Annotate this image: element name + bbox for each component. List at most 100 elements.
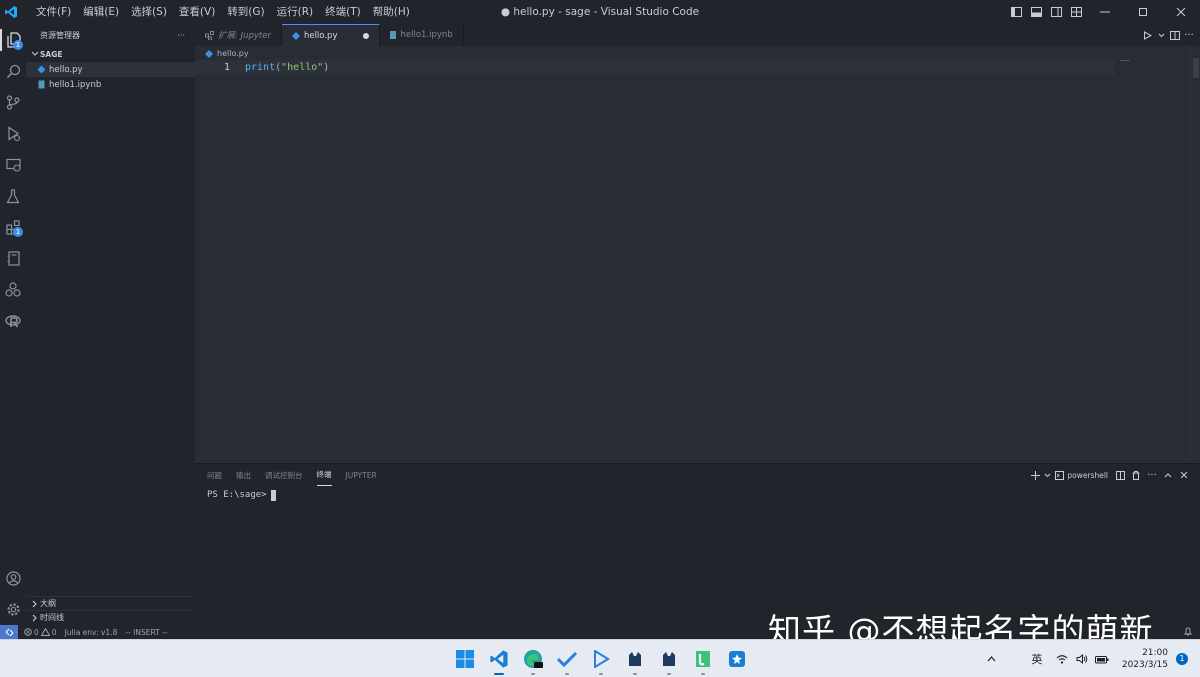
clock[interactable]: 21:00 2023/3/15 — [1122, 647, 1168, 671]
tab-jupyter[interactable]: JUPYTER — [346, 464, 377, 486]
todo-check-icon[interactable] — [550, 642, 584, 676]
chevron-up-icon[interactable] — [982, 656, 1002, 662]
extensions-icon[interactable]: 1 — [0, 212, 26, 242]
chevron-down-icon[interactable] — [1043, 473, 1051, 478]
terminal-cursor — [271, 490, 276, 501]
split-editor-icon[interactable] — [1168, 31, 1182, 40]
terminal-selector[interactable]: powershell — [1055, 471, 1108, 480]
trash-icon[interactable] — [1128, 471, 1144, 480]
minimize-button[interactable] — [1086, 0, 1124, 24]
notification-badge[interactable]: 1 — [1176, 653, 1188, 665]
tab-problems[interactable]: 问题 — [207, 464, 222, 486]
notebook-icon[interactable] — [0, 243, 26, 273]
gear-app-icon[interactable] — [720, 642, 754, 676]
code-line[interactable]: print("hello") — [245, 61, 329, 75]
explorer-header: 资源管理器 ··· — [26, 24, 195, 46]
tab-output[interactable]: 输出 — [236, 464, 251, 486]
wifi-icon[interactable] — [1052, 654, 1072, 664]
new-terminal-plus-icon[interactable] — [1027, 471, 1043, 480]
tab-hello-py[interactable]: hello.py — [282, 24, 381, 46]
vscode-taskbar-icon[interactable] — [482, 642, 516, 676]
minimap[interactable] — [1120, 60, 1130, 61]
maximize-panel-icon[interactable] — [1160, 473, 1176, 478]
menu-go[interactable]: 转到(G) — [221, 0, 270, 24]
close-panel-icon[interactable] — [1176, 471, 1192, 479]
cat-app-2-icon[interactable] — [652, 642, 686, 676]
toggle-panel-icon[interactable] — [1026, 0, 1046, 24]
menu-run[interactable]: 运行(R) — [271, 0, 320, 24]
tab-label: 扩展: Jupyter — [218, 29, 271, 41]
ime-indicator[interactable]: 英 — [1022, 651, 1052, 667]
notebook-file-icon — [36, 80, 46, 90]
panel-actions: powershell ··· — [1027, 464, 1192, 486]
editor-scrollbar[interactable] — [1190, 46, 1200, 462]
editor-actions: ··· — [1140, 24, 1196, 46]
menu-file[interactable]: 文件(F) — [30, 0, 77, 24]
green-app-icon[interactable] — [686, 642, 720, 676]
volume-icon[interactable] — [1072, 654, 1092, 664]
run-debug-icon[interactable] — [0, 118, 26, 148]
accounts-icon[interactable] — [0, 563, 26, 593]
remote-explorer-icon[interactable] — [0, 150, 26, 180]
vscode-logo-icon — [0, 0, 22, 24]
shell-name: powershell — [1067, 471, 1108, 480]
edge-dev-icon[interactable] — [516, 642, 550, 676]
menu-selection[interactable]: 选择(S) — [125, 0, 173, 24]
workspace-section[interactable]: SAGE — [26, 46, 195, 62]
more-actions-icon[interactable]: ··· — [1144, 470, 1160, 481]
scrollbar-thumb[interactable] — [1193, 58, 1199, 78]
menu-edit[interactable]: 编辑(E) — [77, 0, 125, 24]
remote-indicator-icon[interactable] — [0, 625, 18, 639]
menu-bar: 文件(F) 编辑(E) 选择(S) 查看(V) 转到(G) 运行(R) 终端(T… — [30, 0, 416, 24]
more-actions-icon[interactable]: ··· — [1182, 30, 1196, 41]
testing-flask-icon[interactable] — [0, 181, 26, 211]
chevron-right-icon — [30, 614, 40, 622]
problems-status[interactable]: 0 0 — [24, 628, 57, 637]
toggle-sidebar-icon[interactable] — [1006, 0, 1026, 24]
split-terminal-icon[interactable] — [1112, 471, 1128, 480]
menu-help[interactable]: 帮助(H) — [367, 0, 416, 24]
media-player-icon[interactable] — [584, 642, 618, 676]
terminal-output[interactable]: PS E:\sage> — [207, 489, 276, 501]
chevron-down-icon[interactable] — [1154, 33, 1168, 38]
line-number: 1 — [220, 61, 230, 75]
run-file-icon[interactable] — [1140, 31, 1154, 40]
windows-taskbar: 英 21:00 2023/3/15 1 — [0, 639, 1200, 677]
r-language-icon[interactable] — [0, 306, 26, 336]
file-item-hello-py[interactable]: hello.py — [26, 62, 195, 77]
julia-icon[interactable] — [0, 274, 26, 304]
tab-terminal[interactable]: 终端 — [317, 464, 332, 486]
explorer-icon[interactable]: 1 — [0, 25, 26, 55]
menu-terminal[interactable]: 终端(T) — [319, 0, 367, 24]
source-control-icon[interactable] — [0, 87, 26, 117]
tab-extension-jupyter[interactable]: 扩展: Jupyter — [195, 24, 282, 46]
breadcrumb[interactable]: hello.py — [205, 47, 249, 60]
search-icon[interactable] — [0, 56, 26, 86]
file-item-hello1-ipynb[interactable]: hello1.ipynb — [26, 77, 195, 92]
explorer-title: 资源管理器 — [40, 30, 80, 41]
close-window-button[interactable] — [1162, 0, 1200, 24]
timeline-section[interactable]: 时间线 — [26, 610, 195, 624]
manage-gear-icon[interactable] — [0, 594, 26, 624]
customize-layout-icon[interactable] — [1066, 0, 1086, 24]
tab-label: hello.py — [304, 31, 338, 41]
tab-debug-console[interactable]: 调试控制台 — [265, 464, 303, 486]
timeline-label: 时间线 — [40, 612, 64, 623]
julia-env-status[interactable]: Julia env: v1.8 — [65, 628, 118, 637]
unsaved-dot-icon[interactable] — [363, 33, 369, 39]
menu-view[interactable]: 查看(V) — [173, 0, 221, 24]
start-windows-icon[interactable] — [448, 642, 482, 676]
outline-section[interactable]: 大纲 — [26, 596, 195, 610]
explorer-more-button[interactable]: ··· — [177, 31, 185, 40]
code-editor[interactable]: 1 print("hello") — [195, 60, 1190, 462]
bell-icon[interactable] — [1184, 627, 1192, 638]
toggle-secondary-sidebar-icon[interactable] — [1046, 0, 1066, 24]
title-bar: 文件(F) 编辑(E) 选择(S) 查看(V) 转到(G) 运行(R) 终端(T… — [0, 0, 1200, 24]
battery-icon[interactable] — [1092, 655, 1112, 664]
maximize-button[interactable] — [1124, 0, 1162, 24]
explorer-badge: 1 — [13, 40, 23, 50]
cat-app-icon[interactable] — [618, 642, 652, 676]
workspace-name: SAGE — [40, 50, 63, 59]
extensions-icon — [205, 31, 214, 40]
tab-hello1-ipynb[interactable]: hello1.ipynb — [380, 24, 463, 46]
